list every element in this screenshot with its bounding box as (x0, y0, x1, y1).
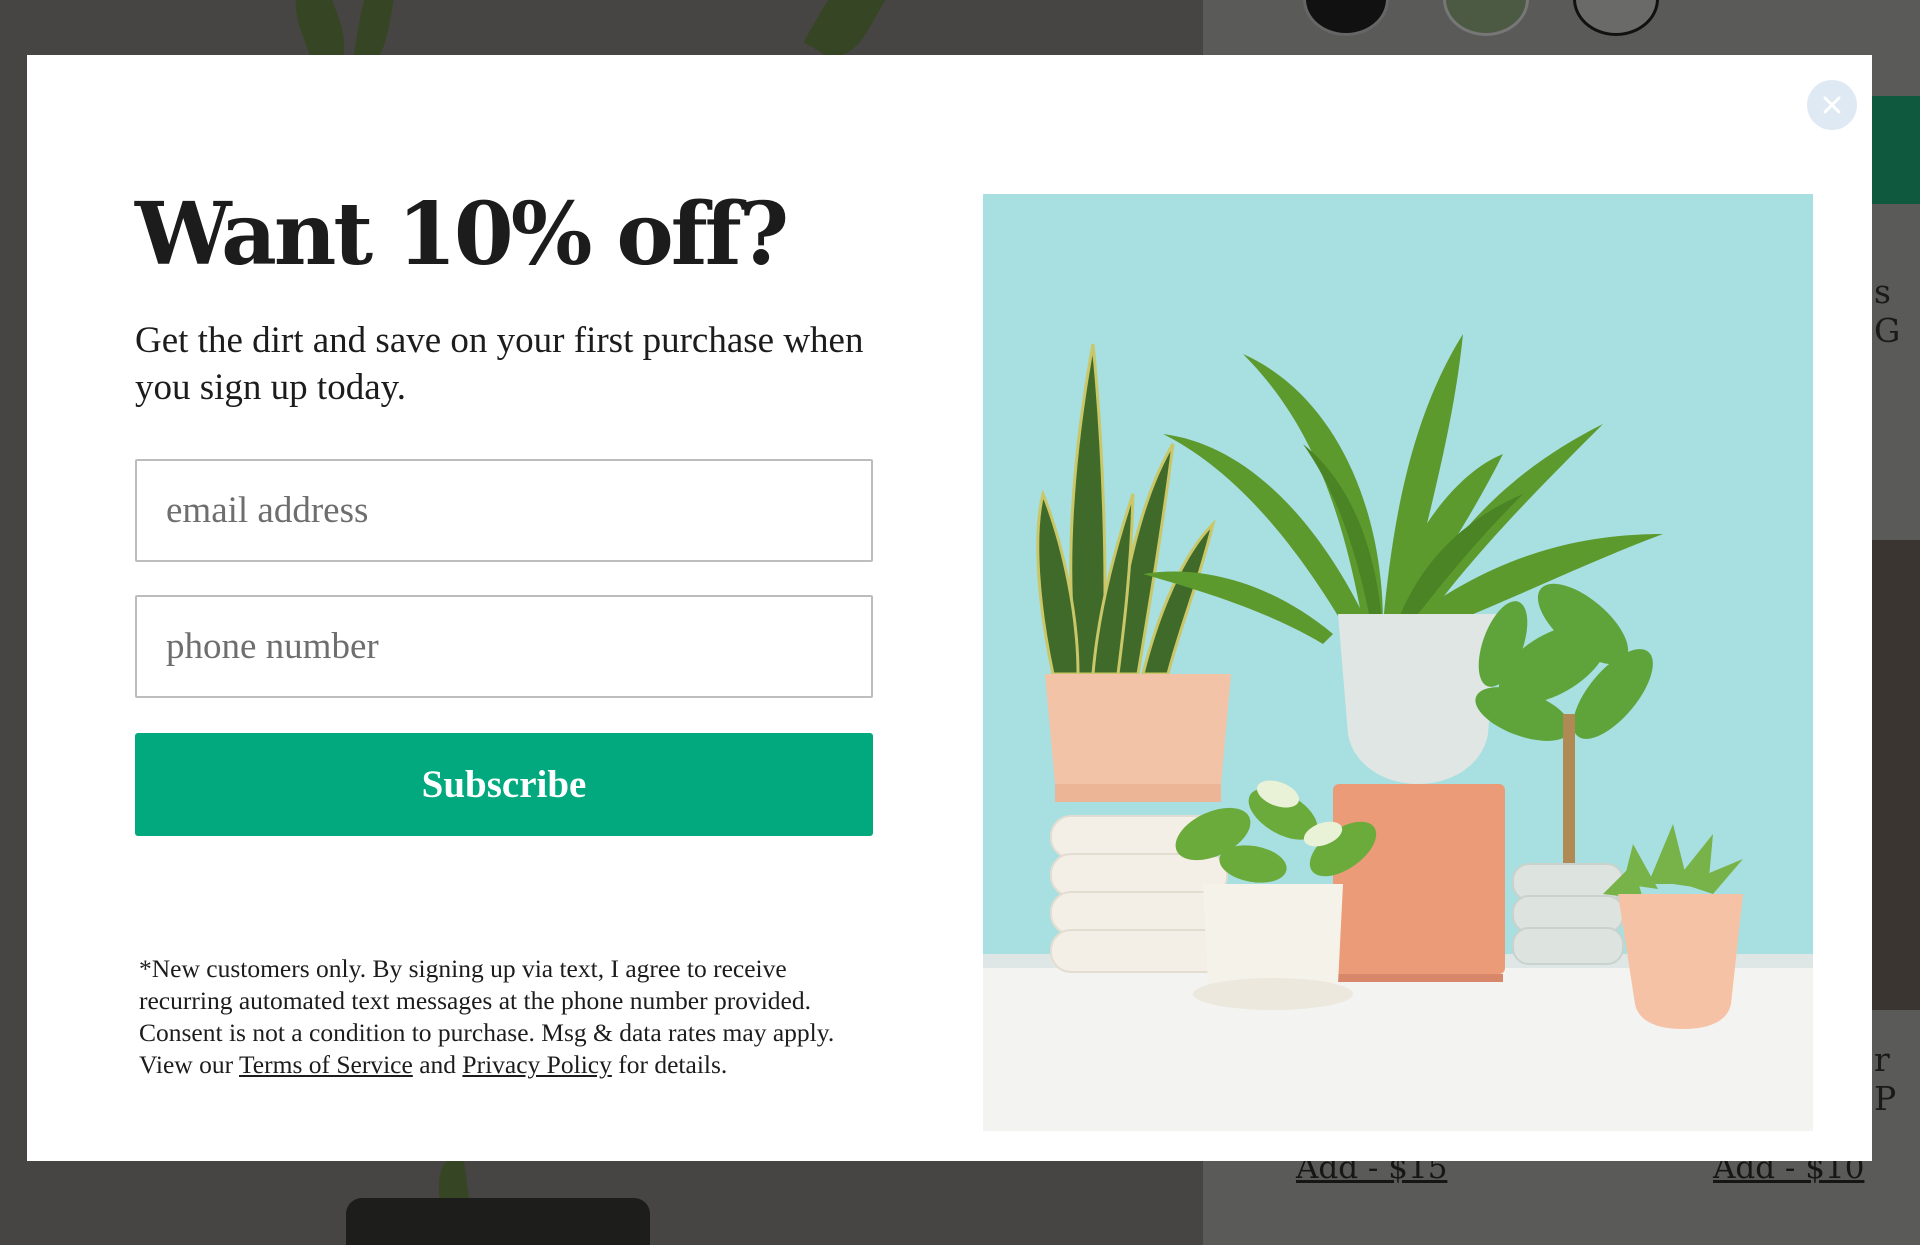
email-field[interactable] (135, 459, 873, 562)
subscribe-button[interactable]: Subscribe (135, 733, 873, 836)
color-swatch-green[interactable] (1443, 0, 1529, 36)
background-product-title: s G (1874, 272, 1901, 350)
legal-disclaimer: *New customers only. By signing up via t… (139, 953, 859, 1081)
modal-headline: Want 10% off? (135, 184, 789, 285)
background-product-image (1872, 540, 1920, 1010)
color-swatch-black[interactable] (1303, 0, 1389, 36)
disclaimer-and: and (419, 1050, 457, 1079)
close-button[interactable] (1807, 80, 1857, 130)
modal-subheading: Get the dirt and save on your first purc… (135, 320, 864, 408)
terms-of-service-link[interactable]: Terms of Service (239, 1050, 413, 1079)
disclaimer-details: for details. (618, 1050, 728, 1079)
plants-hero-image (983, 194, 1813, 1131)
privacy-policy-link[interactable]: Privacy Policy (462, 1050, 611, 1079)
color-swatch-gray[interactable] (1573, 0, 1659, 36)
background-plant-pot (346, 1198, 650, 1245)
plants-illustration (983, 194, 1813, 1131)
phone-field[interactable] (135, 595, 873, 698)
background-product-title: r P (1874, 1040, 1897, 1118)
signup-modal: Want 10% off? Get the dirt and save on y… (27, 55, 1872, 1161)
close-icon (1823, 96, 1841, 114)
